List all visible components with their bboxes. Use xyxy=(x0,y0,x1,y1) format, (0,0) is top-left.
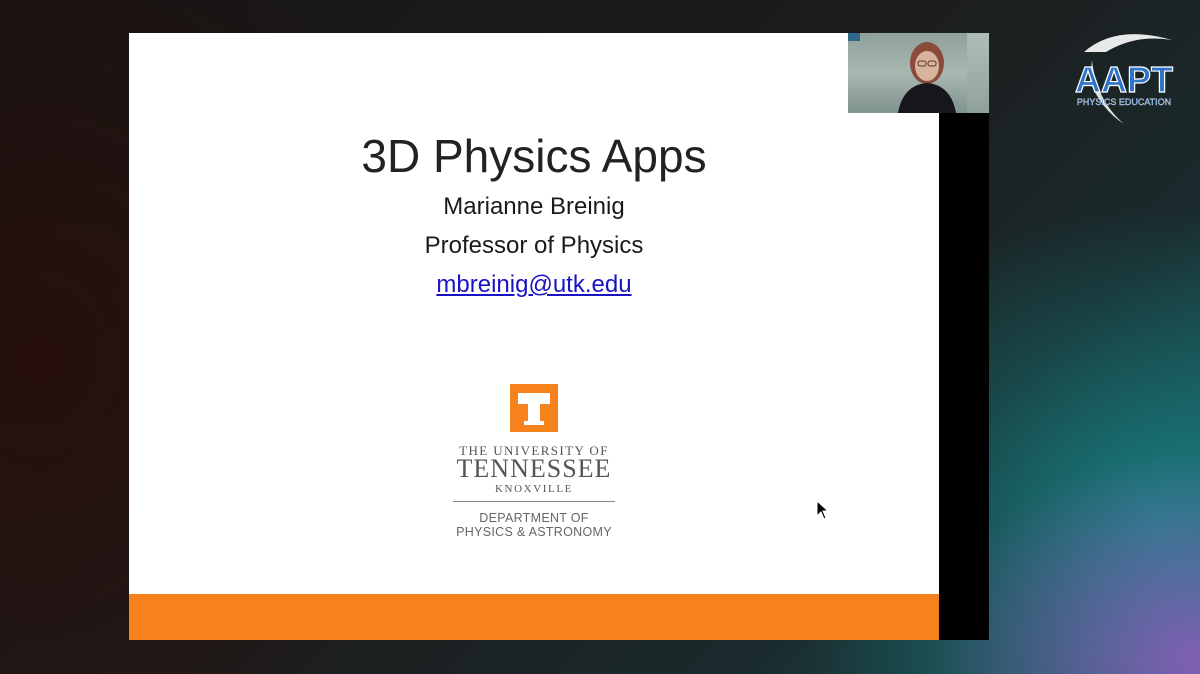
author-role: Professor of Physics xyxy=(424,232,644,259)
ut-department: DEPARTMENT OF PHYSICS & ASTRONOMY xyxy=(429,511,639,539)
author-block: Marianne Breinig Professor of Physics mb… xyxy=(129,187,939,304)
mouse-cursor-icon xyxy=(816,500,830,520)
author-name: Marianne Breinig xyxy=(443,193,625,220)
ut-dept-line1: DEPARTMENT OF xyxy=(479,511,589,525)
webcam-background-wall xyxy=(967,33,989,113)
webcam-background-detail xyxy=(848,33,860,41)
ut-logo-divider xyxy=(453,501,615,502)
ut-logo-line3: KNOXVILLE xyxy=(495,483,573,495)
slide: 3D Physics Apps Marianne Breinig Profess… xyxy=(129,33,939,640)
slide-title: 3D Physics Apps xyxy=(361,130,707,182)
aapt-brand: AAPT xyxy=(1075,59,1173,100)
ut-dept-line2: PHYSICS & ASTRONOMY xyxy=(456,525,612,539)
aapt-watermark: AAPT PHYSICS EDUCATION xyxy=(1074,34,1174,124)
presenter-webcam xyxy=(848,33,989,113)
ut-logo-line2: TENNESSEE xyxy=(456,454,612,483)
aapt-tagline: PHYSICS EDUCATION xyxy=(1077,97,1171,107)
ut-power-t-icon xyxy=(510,384,558,432)
author-email-link[interactable]: mbreinig@utk.edu xyxy=(436,271,631,298)
slide-footer-bar xyxy=(129,594,939,640)
